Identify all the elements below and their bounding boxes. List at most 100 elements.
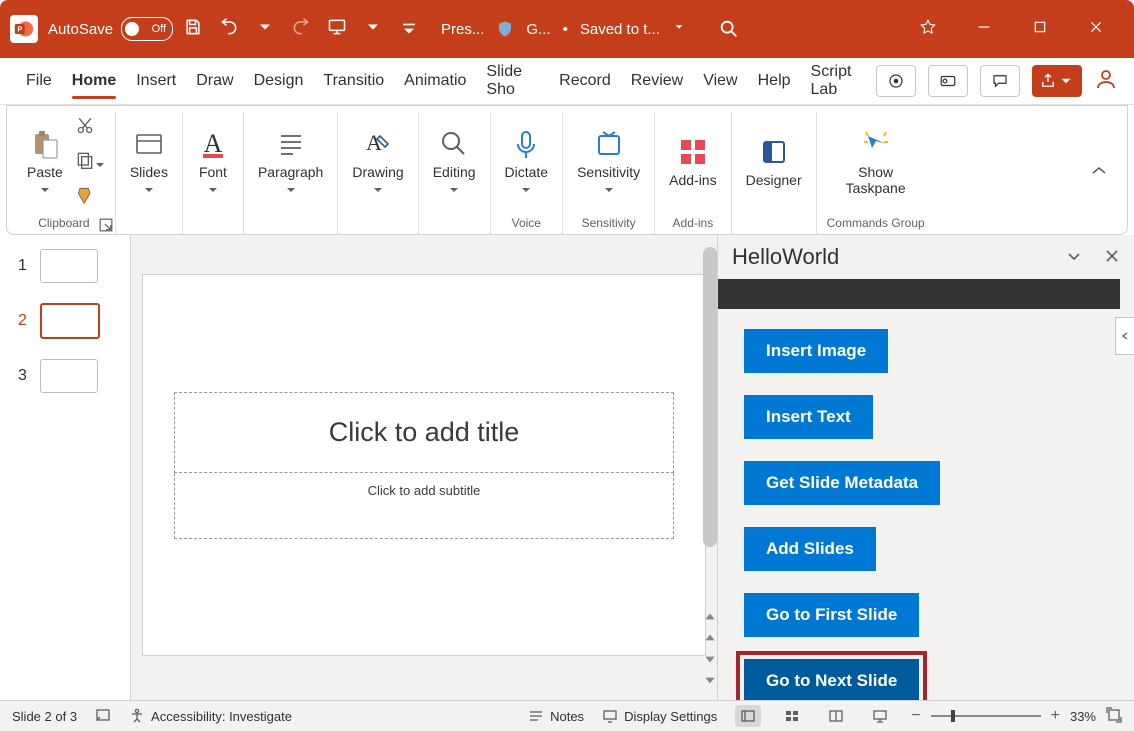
group-drawing: A Drawing: [337, 112, 417, 234]
tab-scriptlab[interactable]: Script Lab: [801, 55, 876, 107]
group-designer: Designer: [731, 112, 816, 234]
group-commands-label: Commands Group: [827, 212, 925, 234]
pane-dropdown-icon[interactable]: [1066, 244, 1082, 270]
autosave-toggle[interactable]: Off: [121, 17, 173, 41]
close-icon[interactable]: [1088, 19, 1104, 40]
font-button[interactable]: A Font: [193, 124, 233, 200]
zoom-in-icon[interactable]: +: [1051, 707, 1060, 725]
save-icon[interactable]: [183, 17, 203, 42]
next-slide-button[interactable]: Go to Next Slide: [744, 659, 919, 700]
share-button[interactable]: [1032, 65, 1082, 97]
dialog-launcher-icon[interactable]: [99, 218, 113, 232]
thumbnail-2[interactable]: 2: [0, 303, 130, 339]
search-icon[interactable]: [718, 18, 740, 40]
language-icon[interactable]: [95, 707, 111, 726]
undo-icon[interactable]: [219, 17, 239, 42]
fit-window-icon[interactable]: [1106, 707, 1122, 726]
show-taskpane-button[interactable]: Show Taskpane: [842, 124, 910, 200]
prev-slide-icon-2[interactable]: [703, 631, 717, 650]
display-settings-button[interactable]: Display Settings: [602, 708, 717, 724]
account-icon[interactable]: [1094, 67, 1118, 96]
tab-insert[interactable]: Insert: [126, 64, 186, 98]
drawing-button[interactable]: A Drawing: [348, 124, 407, 200]
minimize-icon[interactable]: [976, 19, 992, 40]
doc-name[interactable]: Pres...: [441, 21, 484, 38]
save-state-dropdown-icon[interactable]: [672, 20, 686, 38]
subtitle-placeholder[interactable]: Click to add subtitle: [174, 473, 674, 539]
tab-transitions[interactable]: Transitio: [313, 64, 394, 98]
tab-home[interactable]: Home: [62, 64, 126, 98]
tab-help[interactable]: Help: [748, 64, 801, 98]
tab-record[interactable]: Record: [549, 64, 621, 98]
group-sensitivity: Sensitivity Sensitivity: [562, 112, 654, 234]
dictate-button[interactable]: Dictate: [501, 124, 553, 200]
qat-more-icon[interactable]: [399, 17, 419, 42]
prev-slide-icon[interactable]: [703, 610, 717, 629]
slides-button[interactable]: Slides: [126, 124, 172, 200]
tab-design[interactable]: Design: [244, 64, 314, 98]
slideshow-view-icon[interactable]: [867, 705, 893, 727]
notes-button[interactable]: Notes: [528, 708, 584, 724]
ribbon-tabs: File Home Insert Draw Design Transitio A…: [0, 58, 1134, 105]
title-placeholder[interactable]: Click to add title: [174, 392, 674, 473]
status-bar: Slide 2 of 3 Accessibility: Investigate …: [0, 700, 1134, 731]
zoom-slider[interactable]: [931, 715, 1041, 717]
next-slide-icon[interactable]: [703, 652, 717, 671]
tab-slideshow[interactable]: Slide Sho: [476, 55, 549, 107]
pane-close-icon[interactable]: [1104, 244, 1120, 270]
undo-dropdown-icon[interactable]: [255, 17, 275, 42]
addins-button[interactable]: Add-ins: [665, 132, 720, 192]
designer-button[interactable]: Designer: [742, 132, 806, 192]
slide-counter[interactable]: Slide 2 of 3: [12, 709, 77, 724]
group-font: A Font: [182, 112, 243, 234]
tab-view[interactable]: View: [693, 64, 747, 98]
sensitivity-button[interactable]: Sensitivity: [573, 124, 644, 200]
ribbon-body: Paste Clipboard Slides A: [6, 105, 1128, 235]
save-state[interactable]: Saved to t...: [580, 21, 660, 38]
tab-animations[interactable]: Animatio: [394, 64, 476, 98]
insert-image-button[interactable]: Insert Image: [744, 329, 888, 373]
zoom-value[interactable]: 33%: [1070, 709, 1096, 724]
next-slide-icon-2[interactable]: [703, 673, 717, 692]
sensitivity-short[interactable]: G...: [526, 21, 550, 38]
present-icon[interactable]: [327, 17, 347, 42]
slide-canvas[interactable]: Click to add title Click to add subtitle: [143, 275, 705, 655]
tab-file[interactable]: File: [16, 64, 62, 98]
first-slide-button[interactable]: Go to First Slide: [744, 593, 919, 637]
redo-icon[interactable]: [291, 17, 311, 42]
sorter-view-icon[interactable]: [779, 705, 805, 727]
insert-text-button[interactable]: Insert Text: [744, 395, 873, 439]
add-slides-button[interactable]: Add Slides: [744, 527, 876, 571]
cut-icon[interactable]: [75, 115, 105, 140]
format-painter-icon[interactable]: [75, 185, 105, 210]
group-editing: Editing: [418, 112, 490, 234]
present-dropdown-icon[interactable]: [363, 17, 383, 42]
cameo-button[interactable]: [928, 65, 968, 97]
group-commands: Show Taskpane Commands Group: [816, 112, 935, 234]
pane-toolbar: [718, 279, 1120, 309]
get-metadata-button[interactable]: Get Slide Metadata: [744, 461, 940, 505]
vertical-scrollbar[interactable]: [703, 247, 717, 547]
record-mode-button[interactable]: [876, 65, 916, 97]
thumbnail-1[interactable]: 1: [0, 249, 130, 283]
group-paragraph: Paragraph: [243, 112, 337, 234]
paste-button[interactable]: Paste: [23, 124, 67, 200]
copy-icon[interactable]: [75, 150, 105, 175]
pane-title: HelloWorld: [732, 244, 839, 270]
tab-draw[interactable]: Draw: [186, 64, 243, 98]
maximize-icon[interactable]: [1032, 19, 1048, 40]
editing-button[interactable]: Editing: [429, 124, 480, 200]
zoom-out-icon[interactable]: −: [911, 707, 920, 725]
reading-view-icon[interactable]: [823, 705, 849, 727]
normal-view-icon[interactable]: [735, 705, 761, 727]
thumbnail-3[interactable]: 3: [0, 359, 130, 393]
accessibility-status[interactable]: Accessibility: Investigate: [129, 708, 292, 724]
premium-icon[interactable]: [920, 19, 936, 40]
tab-review[interactable]: Review: [621, 64, 693, 98]
collapse-ribbon-icon[interactable]: [1077, 163, 1121, 184]
comments-button[interactable]: [980, 65, 1020, 97]
svg-text:A: A: [204, 129, 223, 158]
shield-icon: [496, 20, 514, 38]
paragraph-button[interactable]: Paragraph: [254, 124, 327, 200]
slide-thumbnails: 1 2 3: [0, 235, 131, 700]
